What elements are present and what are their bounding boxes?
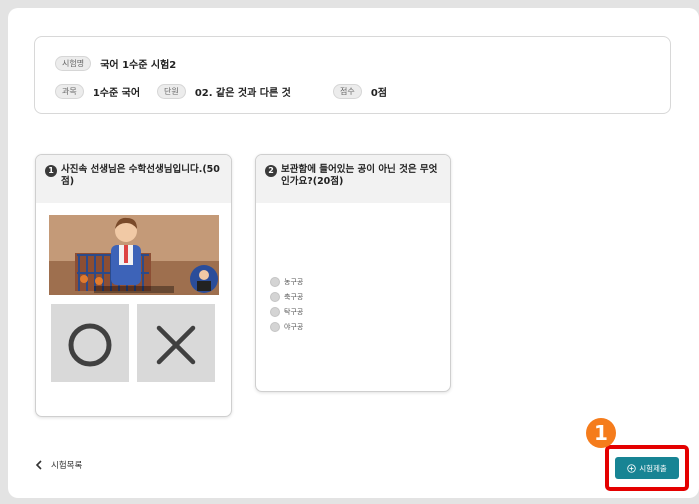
question-card-1: 1 사진속 선생님은 수학선생님입니다.(50점)	[35, 154, 232, 417]
question-number-1: 1	[45, 165, 57, 177]
option-label: 탁구공	[284, 307, 304, 316]
radio-button[interactable]	[270, 291, 280, 302]
exam-info-card: 시험명 국어 1수준 시험2 과목 1수준 국어 단원 02. 같은 것과 다른…	[34, 36, 671, 114]
option-item[interactable]: 탁구공	[270, 306, 303, 317]
plus-circle-icon	[627, 463, 636, 473]
question-title-1: 사진속 선생님은 수학선생님입니다.(50점)	[61, 164, 220, 187]
classroom-illustration	[49, 215, 219, 295]
radio-button[interactable]	[270, 321, 280, 332]
chevron-left-icon	[35, 460, 42, 470]
exam-name-row: 시험명 국어 1수준 시험2	[55, 53, 176, 72]
radio-button[interactable]	[270, 306, 280, 317]
option-label: 축구공	[284, 292, 304, 301]
unit-field: 단원 02. 같은 것과 다른 것	[157, 81, 291, 100]
unit-chip: 단원	[157, 84, 186, 99]
option-label: 야구공	[284, 322, 304, 331]
submit-label: 시험제출	[639, 463, 667, 473]
circle-icon	[68, 323, 112, 367]
subject-field: 과목 1수준 국어	[55, 81, 140, 100]
annotation-step-badge: 1	[586, 418, 616, 448]
question-card-2: 2 보관함에 들어있는 공이 아닌 것은 무엇인가요?(20점) 농구공 축구공…	[255, 154, 451, 392]
question-header-2: 2 보관함에 들어있는 공이 아닌 것은 무엇인가요?(20점)	[256, 155, 450, 203]
cross-icon	[156, 325, 196, 365]
exam-page: 시험명 국어 1수준 시험2 과목 1수준 국어 단원 02. 같은 것과 다른…	[8, 8, 699, 498]
score-chip: 점수	[333, 84, 362, 99]
answer-x-option[interactable]	[137, 304, 215, 382]
option-item[interactable]: 농구공	[270, 276, 303, 287]
question-number-2: 2	[265, 165, 277, 177]
subject-value: 1수준 국어	[92, 88, 141, 99]
back-label: 시험목록	[51, 461, 83, 471]
submit-exam-button[interactable]: 시험제출	[615, 457, 679, 479]
subject-chip: 과목	[55, 84, 84, 99]
exam-name-chip: 시험명	[55, 56, 92, 71]
question-header-1: 1 사진속 선생님은 수학선생님입니다.(50점)	[36, 155, 231, 203]
option-item[interactable]: 축구공	[270, 291, 303, 302]
unit-value: 02. 같은 것과 다른 것	[194, 88, 291, 99]
question-video[interactable]	[49, 215, 219, 295]
option-item[interactable]: 야구공	[270, 321, 303, 332]
option-label: 농구공	[284, 277, 304, 286]
back-to-exam-list-link[interactable]: 시험목록	[33, 459, 82, 471]
radio-button[interactable]	[270, 276, 280, 287]
answer-options: 농구공 축구공 탁구공 야구공	[270, 276, 303, 336]
answer-o-option[interactable]	[51, 304, 129, 382]
exam-name-value: 국어 1수준 시험2	[100, 60, 177, 71]
score-value: 0점	[370, 88, 387, 99]
score-field: 점수 0점	[333, 81, 387, 100]
question-title-2: 보관함에 들어있는 공이 아닌 것은 무엇인가요?(20점)	[281, 164, 438, 187]
